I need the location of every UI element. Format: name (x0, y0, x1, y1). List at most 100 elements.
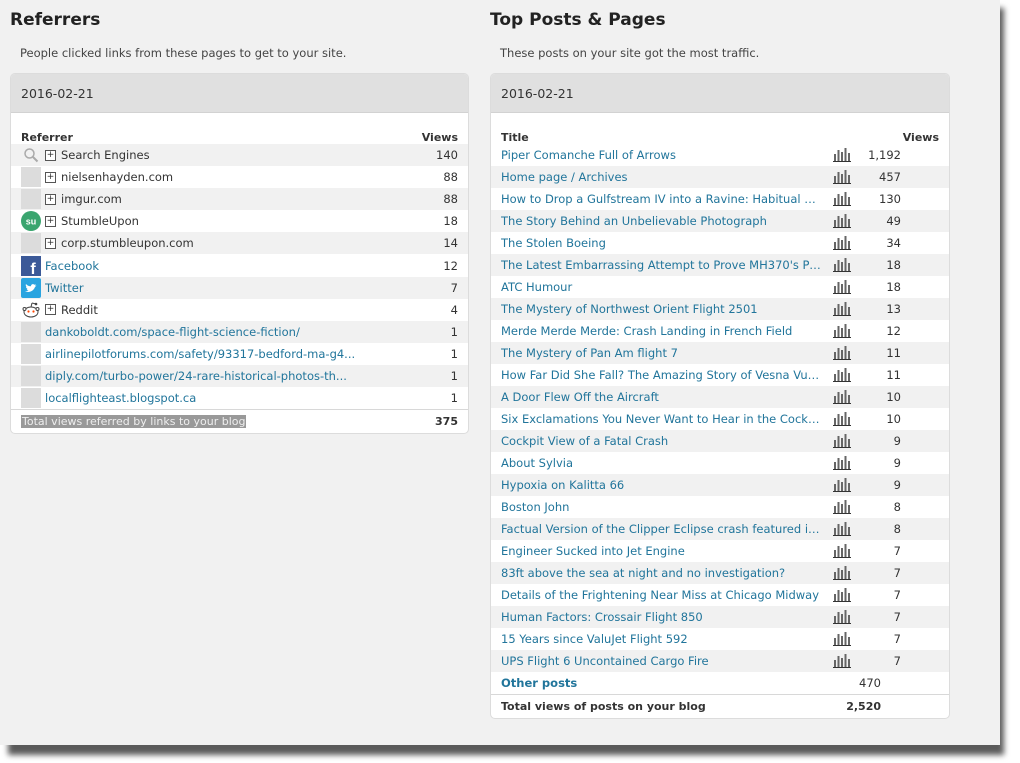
post-views: 7 (893, 544, 901, 558)
referrer-label: imgur.com (61, 192, 122, 207)
stats-chart-icon[interactable] (833, 456, 851, 470)
post-row: 15 Years since ValuJet Flight 592 7 (491, 628, 949, 650)
referrers-table-header: Referrer Views (11, 122, 468, 144)
post-title-link[interactable]: ATC Humour (501, 280, 821, 294)
expand-icon[interactable]: + (45, 149, 56, 161)
post-views: 11 (886, 346, 901, 360)
stats-chart-icon[interactable] (833, 632, 851, 646)
expand-icon[interactable]: + (45, 237, 56, 249)
stats-chart-icon[interactable] (833, 478, 851, 492)
stats-chart-icon[interactable] (833, 566, 851, 580)
post-title-link[interactable]: The Stolen Boeing (501, 236, 821, 250)
stats-chart-icon[interactable] (833, 214, 851, 228)
post-row: The Mystery of Northwest Orient Flight 2… (491, 298, 949, 320)
stats-chart-icon[interactable] (833, 522, 851, 536)
post-views: 11 (886, 368, 901, 382)
referrers-title: Referrers (10, 10, 101, 30)
referrer-link[interactable]: localflighteast.blogspot.ca (45, 391, 398, 405)
post-row: About Sylvia 9 (491, 452, 949, 474)
top-posts-description: These posts on your site got the most tr… (500, 46, 760, 60)
referrer-row: localflighteast.blogspot.ca 1 (11, 387, 468, 409)
stats-chart-icon[interactable] (833, 368, 851, 382)
post-row: Human Factors: Crossair Flight 850 7 (491, 606, 949, 628)
other-posts-value: 470 (859, 676, 881, 690)
stats-chart-icon[interactable] (833, 324, 851, 338)
search-icon (21, 145, 41, 165)
referrer-link[interactable]: diply.com/turbo-power/24-rare-historical… (45, 369, 398, 383)
stats-chart-icon[interactable] (833, 148, 851, 162)
referrer-row: + Search Engines 140 (11, 144, 468, 167)
reddit-icon (21, 300, 41, 320)
post-title-link[interactable]: About Sylvia (501, 456, 821, 470)
expand-icon[interactable]: + (45, 193, 56, 205)
post-title-link[interactable]: The Story Behind an Unbelievable Photogr… (501, 214, 821, 228)
post-title-link[interactable]: Human Factors: Crossair Flight 850 (501, 610, 821, 624)
stats-chart-icon[interactable] (833, 610, 851, 624)
post-views: 130 (879, 192, 901, 206)
post-title-link[interactable]: The Latest Embarrassing Attempt to Prove… (501, 258, 821, 272)
post-row: Details of the Frightening Near Miss at … (491, 584, 949, 606)
stats-page: Referrers People clicked links from thes… (0, 0, 1000, 745)
post-title-link[interactable]: Home page / Archives (501, 170, 821, 184)
stats-chart-icon[interactable] (833, 654, 851, 668)
stats-chart-icon[interactable] (833, 588, 851, 602)
referrers-total-label: Total views referred by links to your bl… (21, 415, 247, 429)
referrer-label: Search Engines (61, 148, 150, 163)
twitter-icon (21, 277, 41, 298)
post-row: Factual Version of the Clipper Eclipse c… (491, 518, 949, 540)
stats-chart-icon[interactable] (833, 346, 851, 360)
post-title-link[interactable]: Cockpit View of a Fatal Crash (501, 434, 821, 448)
post-views: 13 (886, 302, 901, 316)
referrer-views: 88 (443, 192, 458, 207)
post-title-link[interactable]: The Mystery of Pan Am flight 7 (501, 346, 821, 360)
post-title-link[interactable]: Piper Comanche Full of Arrows (501, 148, 821, 162)
referrer-row: airlinepilotforums.com/safety/93317-bedf… (11, 343, 468, 365)
post-title-link[interactable]: Engineer Sucked into Jet Engine (501, 544, 821, 558)
post-title-link[interactable]: Six Exclamations You Never Want to Hear … (501, 412, 821, 426)
stats-chart-icon[interactable] (833, 434, 851, 448)
post-title-link[interactable]: Hypoxia on Kalitta 66 (501, 478, 821, 492)
top-posts-total-value: 2,520 (846, 700, 881, 713)
post-title-link[interactable]: Boston John (501, 500, 821, 514)
referrer-link[interactable]: Facebook (45, 259, 398, 273)
stats-chart-icon[interactable] (833, 500, 851, 514)
referrer-views: 1 (450, 346, 458, 361)
expand-icon[interactable]: + (45, 215, 56, 227)
post-title-link[interactable]: 15 Years since ValuJet Flight 592 (501, 632, 821, 646)
post-title-link[interactable]: Factual Version of the Clipper Eclipse c… (501, 522, 821, 536)
post-title-link[interactable]: Details of the Frightening Near Miss at … (501, 588, 821, 602)
other-posts-link[interactable]: Other posts (501, 676, 577, 690)
expand-icon[interactable]: + (45, 171, 56, 183)
referrer-views: 7 (450, 280, 458, 295)
post-title-link[interactable]: UPS Flight 6 Uncontained Cargo Fire (501, 654, 821, 668)
post-row: Engineer Sucked into Jet Engine 7 (491, 540, 949, 562)
blank-favicon (21, 233, 41, 254)
top-posts-total-row: Total views of posts on your blog 2,520 (491, 694, 949, 718)
referrer-label: StumbleUpon (61, 214, 139, 229)
stats-chart-icon[interactable] (833, 236, 851, 250)
stats-chart-icon[interactable] (833, 544, 851, 558)
blank-favicon (21, 167, 41, 188)
post-title-link[interactable]: Merde Merde Merde: Crash Landing in Fren… (501, 324, 821, 338)
referrer-views: 1 (450, 391, 458, 406)
referrer-link[interactable]: dankoboldt.com/space-flight-science-fict… (45, 325, 398, 339)
stats-chart-icon[interactable] (833, 302, 851, 316)
post-title-link[interactable]: A Door Flew Off the Aircraft (501, 390, 821, 404)
stats-chart-icon[interactable] (833, 192, 851, 206)
stats-chart-icon[interactable] (833, 412, 851, 426)
referrer-link[interactable]: Twitter (45, 281, 398, 295)
post-title-link[interactable]: 83ft above the sea at night and no inves… (501, 566, 821, 580)
expand-icon[interactable]: + (45, 304, 56, 316)
stats-chart-icon[interactable] (833, 390, 851, 404)
stats-chart-icon[interactable] (833, 258, 851, 272)
referrer-link[interactable]: airlinepilotforums.com/safety/93317-bedf… (45, 347, 398, 361)
referrers-total-row: Total views referred by links to your bl… (11, 409, 468, 433)
post-views: 10 (886, 390, 901, 404)
top-posts-date: 2016-02-21 (491, 74, 949, 113)
post-title-link[interactable]: The Mystery of Northwest Orient Flight 2… (501, 302, 821, 316)
stats-chart-icon[interactable] (833, 170, 851, 184)
post-title-link[interactable]: How to Drop a Gulfstream IV into a Ravin… (501, 192, 821, 206)
post-title-link[interactable]: How Far Did She Fall? The Amazing Story … (501, 368, 821, 382)
stats-chart-icon[interactable] (833, 280, 851, 294)
blank-favicon (21, 388, 41, 409)
